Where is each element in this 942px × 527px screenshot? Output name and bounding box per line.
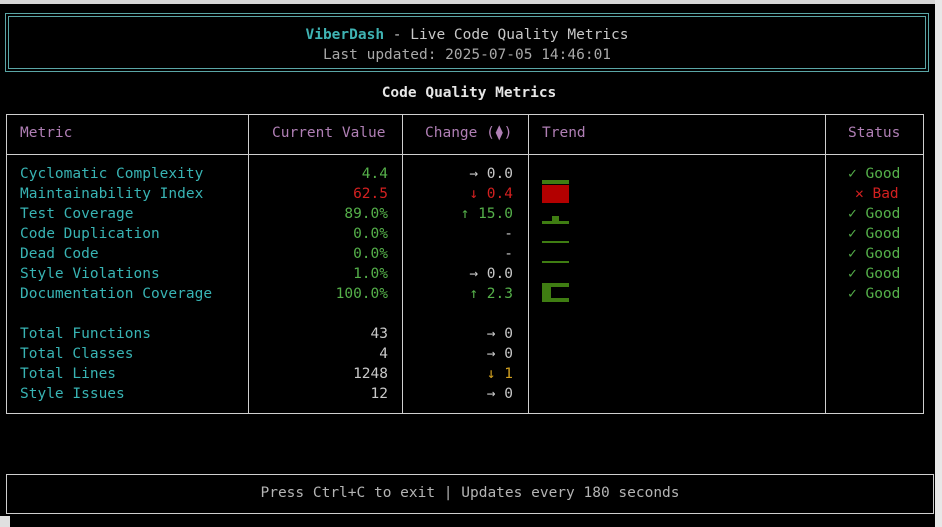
last-updated: Last updated: 2025-07-05 14:46:01 xyxy=(322,47,612,63)
column-header-metric: Metric xyxy=(20,125,73,141)
app-subtitle: - Live Code Quality Metrics xyxy=(384,27,629,43)
total-change: → 0 xyxy=(486,346,513,362)
trend-sparkline xyxy=(542,185,569,203)
column-header-trend: Trend xyxy=(542,125,586,141)
header-panel: ViberDash - Live Code Quality Metrics La… xyxy=(5,13,929,72)
column-divider xyxy=(248,115,249,413)
column-header-status: Status xyxy=(848,125,901,141)
metric-name: Style Violations xyxy=(20,266,160,282)
header-inner-border: ViberDash - Live Code Quality Metrics La… xyxy=(8,16,926,69)
total-name: Total Classes xyxy=(20,346,134,362)
status-badge: ✓ Good xyxy=(848,286,901,302)
metric-value: 0.0% xyxy=(353,246,388,262)
total-change: → 0 xyxy=(486,326,513,342)
status-badge: ✓ Good xyxy=(848,226,901,242)
column-divider xyxy=(528,115,529,413)
metric-change: ↑ 15.0 xyxy=(460,206,513,222)
total-value: 12 xyxy=(370,386,388,402)
metric-change: ↑ 2.3 xyxy=(469,286,513,302)
status-badge: ✕ Bad xyxy=(855,186,899,202)
metric-value: 100.0% xyxy=(335,286,388,302)
metric-value: 89.0% xyxy=(344,206,388,222)
trend-sparkline xyxy=(542,283,569,302)
trend-sparkline xyxy=(542,241,569,243)
status-badge: ✓ Good xyxy=(848,166,901,182)
trend-sparkline xyxy=(542,180,569,184)
metric-value: 1.0% xyxy=(353,266,388,282)
footer-panel: Press Ctrl+C to exit | Updates every 180… xyxy=(6,474,934,514)
status-badge: ✓ Good xyxy=(848,246,901,262)
metric-change: - xyxy=(504,226,513,242)
status-badge: ✓ Good xyxy=(848,266,901,282)
app-name: ViberDash xyxy=(305,27,385,43)
metric-name: Documentation Coverage xyxy=(20,286,213,302)
total-name: Total Functions xyxy=(20,326,151,342)
total-value: 4 xyxy=(379,346,388,362)
trend-sparkline-gap xyxy=(551,287,569,298)
metric-name: Dead Code xyxy=(20,246,99,262)
total-change: → 0 xyxy=(486,386,513,402)
table-title: Code Quality Metrics xyxy=(381,85,557,101)
total-change: ↓ 1 xyxy=(486,366,513,382)
metric-change: → 0.0 xyxy=(469,266,513,282)
status-badge: ✓ Good xyxy=(848,206,901,222)
metric-name: Cyclomatic Complexity xyxy=(20,166,204,182)
metrics-table: Metric Current Value Change (⧫) Trend St… xyxy=(6,114,924,414)
footer-hint: Press Ctrl+C to exit | Updates every 180… xyxy=(260,485,680,501)
column-divider xyxy=(402,115,403,413)
trend-sparkline xyxy=(542,261,569,263)
total-value: 1248 xyxy=(353,366,388,382)
column-header-current: Current Value xyxy=(272,125,386,141)
metric-change: → 0.0 xyxy=(469,166,513,182)
metric-value: 4.4 xyxy=(361,166,388,182)
metric-change: - xyxy=(504,246,513,262)
metric-value: 0.0% xyxy=(353,226,388,242)
metric-name: Code Duplication xyxy=(20,226,160,242)
metric-change: ↓ 0.4 xyxy=(469,186,513,202)
metric-value: 62.5 xyxy=(353,186,388,202)
column-divider xyxy=(825,115,826,413)
metric-name: Test Coverage xyxy=(20,206,134,222)
total-name: Style Issues xyxy=(20,386,125,402)
metric-name: Maintainability Index xyxy=(20,186,204,202)
column-header-change: Change (⧫) xyxy=(425,125,513,141)
trend-sparkline xyxy=(542,221,569,224)
header-title: ViberDash - Live Code Quality Metrics xyxy=(9,27,925,43)
scrollbar[interactable] xyxy=(935,0,942,527)
total-name: Total Lines xyxy=(20,366,117,382)
header-divider xyxy=(7,154,923,155)
window-top-edge xyxy=(0,0,942,4)
total-value: 43 xyxy=(370,326,388,342)
window-corner xyxy=(0,516,10,527)
